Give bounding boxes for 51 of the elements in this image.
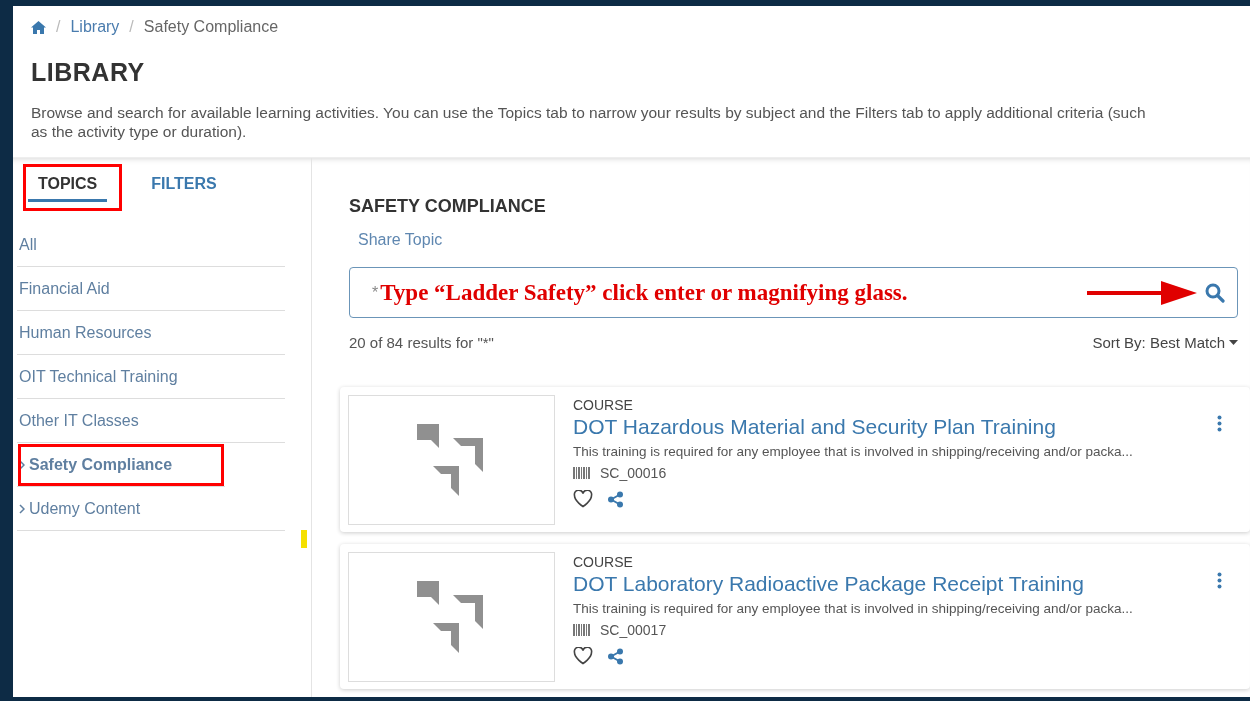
course-title[interactable]: DOT Laboratory Radioactive Package Receipt Training <box>573 572 1133 596</box>
course-description: This training is required for any employee that is involved in shipping/receiving and/or packa... <box>573 444 1133 459</box>
chevron-right-icon <box>19 459 25 470</box>
page-description: Browse and search for available learning activities. You can use the Topics tab to narrow your results by subject and the Filters tab to apply additional criteria (such as the activity type or duration). <box>31 103 1147 141</box>
share-icon <box>607 490 624 508</box>
breadcrumb-separator: / <box>129 18 134 36</box>
favorite-button[interactable] <box>573 490 593 508</box>
topic-item[interactable]: Udemy Content <box>17 487 285 531</box>
search-value: * <box>372 283 379 302</box>
search-icon[interactable] <box>1205 282 1225 303</box>
heart-icon <box>573 490 593 508</box>
annotation-text: Type “Ladder Safety” click enter or magnifying glass. <box>380 279 908 306</box>
topic-item[interactable]: Safety Compliance <box>17 443 225 487</box>
barcode-icon <box>573 467 590 479</box>
topic-heading: SAFETY COMPLIANCE <box>349 196 547 217</box>
sidebar-tab[interactable]: TOPICS <box>23 164 123 211</box>
more-menu-button[interactable] <box>1217 572 1222 589</box>
kebab-icon <box>1217 415 1222 432</box>
search-field[interactable]: *Type “Ladder Safety” click enter or magnifying glass. <box>349 267 1238 318</box>
sidebar-tab[interactable]: FILTERS <box>136 164 242 211</box>
caret-icon <box>1229 340 1238 345</box>
share-button[interactable] <box>607 490 624 508</box>
course-code: SC_00017 <box>600 622 667 638</box>
heart-icon <box>573 647 593 665</box>
favorite-button[interactable] <box>573 647 593 665</box>
share-icon <box>607 647 624 665</box>
kebab-icon <box>1217 572 1222 589</box>
breadcrumb-text: Safety Compliance <box>143 18 279 36</box>
share-button[interactable] <box>607 647 624 665</box>
topic-item[interactable]: Human Resources <box>17 311 285 355</box>
topic-item[interactable]: Financial Aid <box>17 267 285 311</box>
course-type: COURSE <box>573 554 634 570</box>
arrow-icon <box>1087 278 1197 307</box>
share-topic-link[interactable]: Share Topic <box>358 231 1238 249</box>
course-code: SC_00016 <box>600 465 667 481</box>
topic-item[interactable]: OIT Technical Training <box>17 355 285 399</box>
highlight-mark <box>301 530 307 548</box>
chevron-right-icon <box>19 503 25 514</box>
course-type: COURSE <box>573 397 634 413</box>
sort-dropdown[interactable]: Sort By: Best Match <box>1092 334 1238 351</box>
barcode-icon <box>573 624 590 636</box>
course-title[interactable]: DOT Hazardous Material and Security Plan Training <box>573 415 1133 439</box>
page-title: LIBRARY <box>31 58 146 87</box>
breadcrumb-separator: / <box>56 18 61 36</box>
breadcrumb-link[interactable]: Library <box>70 18 120 36</box>
topic-item[interactable]: All <box>17 223 285 267</box>
home-icon[interactable] <box>31 20 46 34</box>
more-menu-button[interactable] <box>1217 415 1222 432</box>
course-description: This training is required for any employee that is involved in shipping/receiving and/or packa... <box>573 601 1133 616</box>
results-count: 20 of 84 results for "*" <box>349 334 494 351</box>
topic-item[interactable]: Other IT Classes <box>17 399 285 443</box>
